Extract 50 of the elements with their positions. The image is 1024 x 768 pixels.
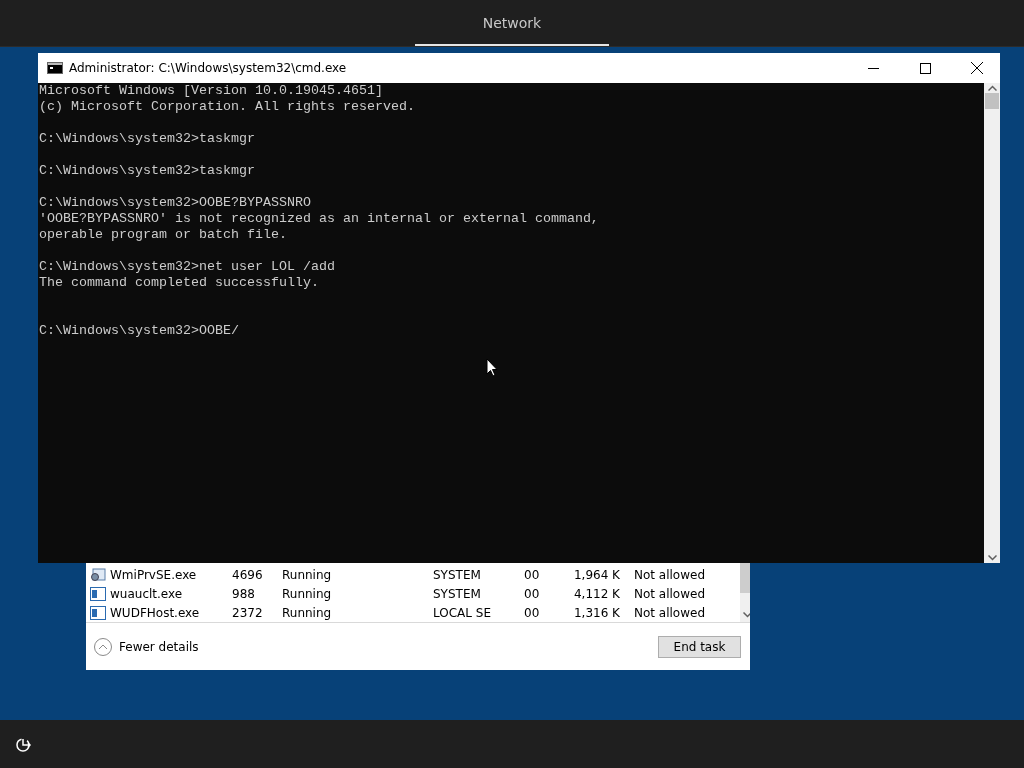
user-cell-text: SYSTEM <box>433 586 482 601</box>
uac-cell-text: Not allowed <box>633 567 706 582</box>
console-line: (c) Microsoft Corporation. All rights reserved. <box>39 99 416 115</box>
pid-cell-text: 4696 <box>232 567 264 582</box>
mouse-pointer-icon <box>486 358 498 377</box>
close-icon <box>971 62 983 74</box>
console-line: The command completed successfully. <box>39 275 320 291</box>
network-tab[interactable]: Network <box>415 0 609 46</box>
window-icon <box>90 605 106 620</box>
user-cell-text: SYSTEM <box>433 567 482 582</box>
console-icon <box>47 62 63 74</box>
cpu-cell-text: 00 <box>524 567 541 582</box>
memory-cell-text: 4,112 K <box>572 586 620 601</box>
console-line: operable program or batch file. <box>39 227 288 243</box>
console-line: C:\Windows\system32>taskmgr <box>39 131 256 147</box>
scrollbar[interactable] <box>740 563 750 622</box>
uac-cell-text: Not allowed <box>633 605 706 620</box>
console-line: C:\Windows\system32>taskmgr <box>39 163 256 179</box>
user-cell-text: LOCAL SE <box>433 605 492 620</box>
process-row[interactable]: WmiPrvSE.exe 4696 Running SYSTEM 00 1,964 K Not allowed <box>86 565 740 584</box>
gear-window-icon <box>90 567 106 582</box>
end-task-button[interactable]: End task <box>658 635 741 658</box>
cpu-cell-text: 00 <box>524 586 541 601</box>
chevron-up-icon <box>94 637 112 656</box>
process-row[interactable]: WUDFHost.exe 2372 Running LOCAL SE 00 1,316 K Not allowed <box>86 603 740 622</box>
status-cell-text: Running <box>282 567 333 582</box>
scrollbar[interactable] <box>984 83 1000 563</box>
process-name: wuauclt.exe <box>110 586 183 601</box>
scrollbar-thumb[interactable] <box>740 563 750 593</box>
process-name: WmiPrvSE.exe <box>110 567 197 582</box>
console-line: C:\Windows\system32>OOBE?BYPASSNRO <box>39 195 312 211</box>
cpu-cell-text: 00 <box>524 605 541 620</box>
console-line: Microsoft Windows [Version 10.0.19045.4651] <box>39 83 384 99</box>
uac-cell-text: Not allowed <box>633 586 706 601</box>
memory-cell-text: 1,964 K <box>572 567 620 582</box>
process-row[interactable]: wuauclt.exe 988 Running SYSTEM 00 4,112 K Not allowed <box>86 584 740 603</box>
status-cell-text: Running <box>282 605 333 620</box>
window-title: Administrator: C:\Windows\system32\cmd.exe <box>69 61 348 75</box>
scrollbar-thumb[interactable] <box>985 93 999 109</box>
console-line: C:\Windows\system32>net user LOL /add <box>39 259 336 275</box>
console-line: C:\Windows\system32>OOBE/ <box>39 323 240 339</box>
console-line: 'OOBE?BYPASSNRO' is not recognized as an internal or external command, <box>39 211 600 227</box>
pid-cell-text: 988 <box>232 586 256 601</box>
pid-cell-text: 2372 <box>232 605 264 620</box>
status-cell-text: Running <box>282 586 333 601</box>
memory-cell-text: 1,316 K <box>572 605 620 620</box>
window-icon <box>90 586 106 601</box>
maximize-icon <box>919 62 931 74</box>
process-name: WUDFHost.exe <box>110 605 200 620</box>
fewer-details-button[interactable]: Fewer details <box>94 637 199 656</box>
